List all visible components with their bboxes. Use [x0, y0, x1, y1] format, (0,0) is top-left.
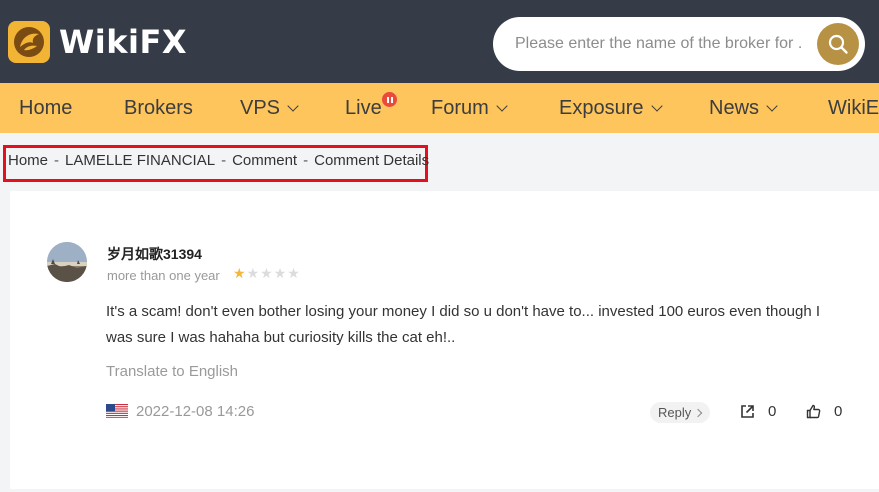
nav-exposure[interactable]: Exposure [559, 83, 663, 133]
breadcrumb-comment[interactable]: Comment [232, 152, 297, 169]
like-button[interactable]: 0 [806, 403, 842, 420]
comment-text: It's a scam! don't even bother losing yo… [106, 303, 821, 346]
breadcrumb: Home - LAMELLE FINANCIAL - Comment - Com… [8, 152, 429, 169]
share-icon [741, 405, 754, 418]
chevron-down-icon [650, 99, 663, 112]
nav-wikiex[interactable]: WikiEX [828, 83, 879, 133]
us-flag-icon [106, 404, 128, 418]
chevron-down-icon [496, 99, 508, 112]
like-count: 0 [834, 403, 843, 420]
star-empty-icon: ★ [273, 266, 287, 282]
chevron-right-icon [694, 408, 703, 417]
comment-time-ago: more than one year [107, 268, 220, 283]
comment-username[interactable]: 岁月如歌31394 [107, 244, 202, 264]
nav-live[interactable]: Live [345, 83, 382, 133]
nav-brokers[interactable]: Brokers [124, 83, 193, 133]
star-empty-icon: ★ [287, 266, 300, 282]
search-button[interactable] [817, 23, 859, 65]
comment-date: 2022-12-08 14:26 [136, 403, 255, 420]
reply-label: Reply [658, 405, 692, 420]
breadcrumb-separator: - [221, 152, 227, 169]
translate-link[interactable]: Translate to English [106, 363, 238, 380]
nav-forum[interactable]: Forum [431, 83, 508, 133]
nav-vps[interactable]: VPS [240, 83, 299, 133]
star-empty-icon: ★ [260, 266, 273, 282]
lion-logo-icon [8, 21, 50, 63]
reply-button[interactable]: Reply [650, 402, 710, 423]
star-empty-icon: ★ [246, 266, 260, 282]
breadcrumb-broker[interactable]: LAMELLE FINANCIAL [65, 152, 215, 169]
nav-news[interactable]: News [709, 83, 778, 133]
avatar[interactable] [47, 242, 87, 282]
broker-search-input[interactable] [515, 27, 803, 61]
star-filled-icon: ★ [233, 266, 246, 282]
breadcrumb-home[interactable]: Home [8, 152, 48, 169]
breadcrumb-separator: - [303, 152, 309, 169]
live-indicator-icon [382, 92, 397, 107]
share-button[interactable]: 0 [740, 403, 776, 420]
breadcrumb-separator: - [54, 152, 60, 169]
main-nav: Home Brokers VPS Live Forum Exposure New… [0, 83, 879, 133]
share-count: 0 [768, 403, 777, 420]
wikifx-logo[interactable]: WikiFX [8, 21, 187, 63]
breadcrumb-current: Comment Details [314, 152, 430, 169]
chevron-down-icon [287, 99, 299, 112]
top-header: WikiFX [0, 0, 879, 83]
search-box [493, 17, 865, 71]
chevron-down-icon [766, 99, 778, 112]
search-icon [828, 34, 848, 54]
thumbs-up-icon [806, 404, 821, 419]
rating-stars: ★ ★ ★ ★ ★ [233, 266, 301, 282]
brand-name: WikiFX [59, 23, 188, 61]
nav-home[interactable]: Home [19, 83, 72, 133]
